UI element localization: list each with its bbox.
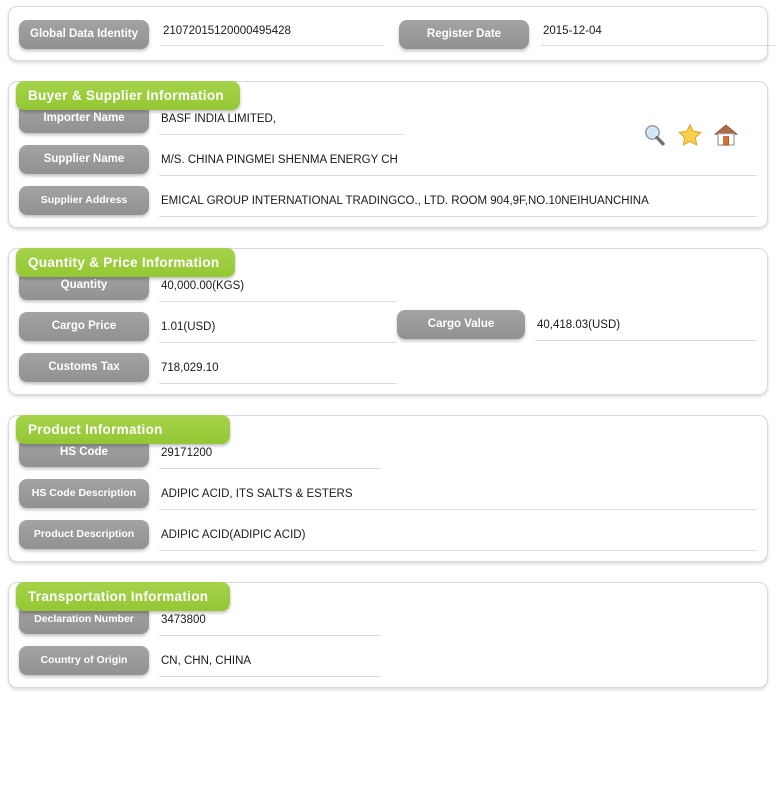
quantity-price-left-column: Quantity 40,000.00(KGS) Cargo Price 1.01… [19, 271, 397, 384]
value-hs-code[interactable]: 29171200 [159, 445, 379, 469]
record-header-card: Global Data Identity 2107201512000049542… [8, 6, 776, 62]
section-quantity-price: Quantity & Price Information Quantity 40… [0, 248, 776, 395]
label-cargo-value: Cargo Value [397, 310, 525, 339]
value-declaration-number[interactable]: 3473800 [159, 612, 379, 636]
value-product-description[interactable]: ADIPIC ACID(ADIPIC ACID) [159, 527, 757, 551]
value-hs-code-description[interactable]: ADIPIC ACID, ITS SALTS & ESTERS [159, 486, 757, 510]
row-hs-code-description: HS Code Description ADIPIC ACID, ITS SAL… [19, 479, 757, 510]
row-customs-tax: Customs Tax 718,029.10 [19, 353, 397, 384]
section-title-buyer-supplier: Buyer & Supplier Information [16, 81, 240, 110]
section-title-product: Product Information [16, 415, 230, 444]
row-product-description: Product Description ADIPIC ACID(ADIPIC A… [19, 520, 757, 551]
label-customs-tax: Customs Tax [19, 353, 149, 382]
value-quantity[interactable]: 40,000.00(KGS) [159, 278, 397, 302]
label-cargo-price: Cargo Price [19, 312, 149, 341]
section-product: Product Information HS Code 29171200 HS … [0, 415, 776, 562]
value-country-of-origin[interactable]: CN, CHN, CHINA [159, 653, 379, 677]
row-supplier-address: Supplier Address EMICAL GROUP INTERNATIO… [19, 186, 757, 217]
label-supplier-address: Supplier Address [19, 186, 149, 215]
field-global-data-identity: Global Data Identity 2107201512000049542… [19, 20, 383, 49]
label-hs-code-description: HS Code Description [19, 479, 149, 508]
home-icon[interactable] [713, 123, 739, 147]
row-cargo-price: Cargo Price 1.01(USD) [19, 312, 397, 343]
row-country-of-origin: Country of Origin CN, CHN, CHINA [19, 646, 757, 677]
value-customs-tax[interactable]: 718,029.10 [159, 360, 397, 384]
customs-record-page: Global Data Identity 2107201512000049542… [0, 6, 776, 795]
star-icon[interactable] [678, 123, 702, 147]
value-register-date[interactable]: 2015-12-04 [541, 23, 776, 46]
quantity-price-right-column: Cargo Value 40,418.03(USD) [397, 310, 757, 341]
search-icon[interactable] [642, 123, 666, 147]
label-global-data-identity: Global Data Identity [19, 20, 149, 49]
section-title-transportation: Transportation Information [16, 582, 230, 611]
label-product-description: Product Description [19, 520, 149, 549]
value-global-data-identity[interactable]: 21072015120000495428 [161, 23, 383, 46]
label-country-of-origin: Country of Origin [19, 646, 149, 675]
value-cargo-price[interactable]: 1.01(USD) [159, 319, 397, 343]
record-header-row: Global Data Identity 2107201512000049542… [9, 7, 776, 62]
row-cargo-value: Cargo Value 40,418.03(USD) [397, 310, 757, 341]
field-register-date: Register Date 2015-12-04 [399, 20, 776, 49]
value-importer-name[interactable]: BASF INDIA LIMITED, [159, 111, 404, 135]
label-supplier-name: Supplier Name [19, 145, 149, 174]
value-supplier-name[interactable]: M/S. CHINA PINGMEI SHENMA ENERGY CH [159, 152, 757, 176]
value-supplier-address[interactable]: EMICAL GROUP INTERNATIONAL TRADINGCO., L… [159, 193, 757, 217]
action-icon-strip [642, 123, 739, 147]
section-transportation: Transportation Information Declaration N… [0, 582, 776, 688]
label-register-date: Register Date [399, 20, 529, 49]
section-title-quantity-price: Quantity & Price Information [16, 248, 236, 277]
row-supplier-name: Supplier Name M/S. CHINA PINGMEI SHENMA … [19, 145, 757, 176]
quantity-price-grid: Quantity 40,000.00(KGS) Cargo Price 1.01… [19, 271, 757, 384]
section-buyer-supplier: Buyer & Supplier Information Importer Na… [0, 81, 776, 228]
value-cargo-value[interactable]: 40,418.03(USD) [535, 317, 757, 341]
